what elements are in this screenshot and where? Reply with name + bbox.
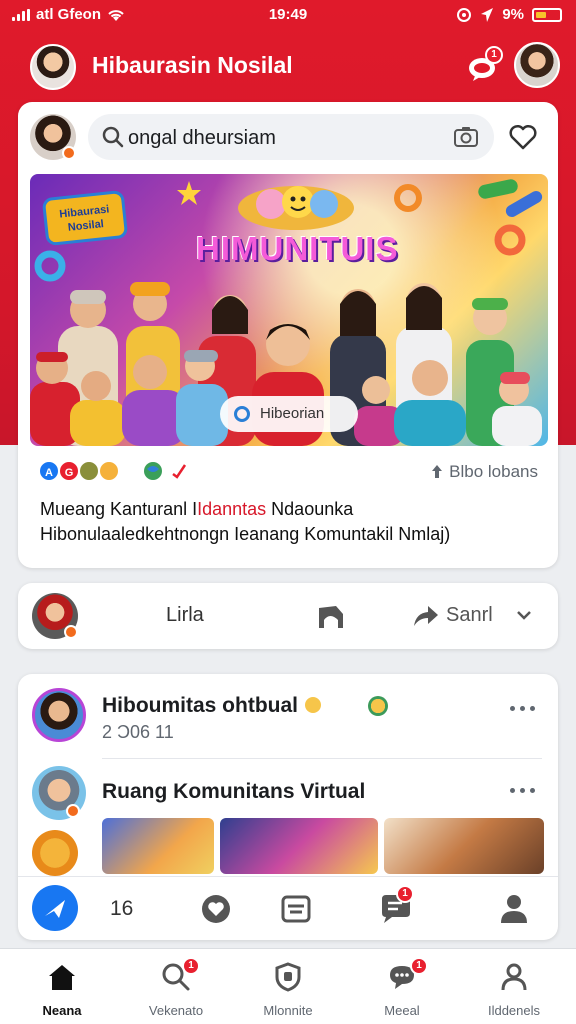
search-input[interactable]: ongal dheursiam — [128, 127, 276, 150]
globe-emoji-icon — [368, 696, 388, 716]
divider — [102, 758, 542, 759]
online-status-dot — [66, 804, 80, 818]
online-status-dot — [62, 146, 76, 160]
reaction-g: G — [58, 460, 80, 482]
heart-icon[interactable] — [508, 122, 538, 152]
reaction-wow-icon — [78, 460, 100, 482]
feed-author-avatar[interactable] — [32, 688, 86, 742]
tab-home[interactable]: Neana — [12, 957, 112, 1021]
media-thumbnail[interactable] — [384, 818, 544, 874]
chat-badge: 1 — [396, 885, 414, 903]
feed-author-name[interactable]: Hiboumitas ohtbual — [102, 694, 322, 718]
wave-emoji-icon — [304, 697, 321, 713]
camera-icon[interactable] — [452, 123, 480, 151]
notification-badge: 1 — [485, 46, 503, 64]
tab-search[interactable]: 1 Vekenato — [126, 957, 226, 1021]
online-status-dot — [64, 625, 78, 639]
more-options-icon[interactable] — [510, 706, 540, 714]
tab-messages[interactable]: 1 Meeal — [352, 957, 452, 1021]
reactions-row[interactable]: A G Blbo lobans — [38, 460, 538, 486]
reaction-a: A — [38, 460, 60, 482]
home-icon — [49, 965, 75, 990]
more-options-icon[interactable] — [510, 788, 540, 796]
profile-icon[interactable] — [492, 887, 536, 931]
reaction-haha-icon — [98, 460, 120, 482]
profile-avatar[interactable] — [30, 44, 76, 90]
heart-chat-icon[interactable] — [194, 887, 238, 931]
tab-community[interactable]: Mlonnite — [238, 957, 338, 1021]
battery-percent: 9% — [502, 6, 524, 23]
shares-count: Blbo lobans — [449, 462, 538, 481]
post-image[interactable]: Hibaurasi Nosilal HIMUNITUIS Hibeorian — [30, 174, 548, 446]
post-caption: Mueang Kanturanl IIdanntas Ndaounka Hibo… — [40, 499, 451, 544]
friend-avatar[interactable] — [514, 42, 560, 88]
send-icon — [45, 900, 65, 918]
app-title: Hibaurasin Nosilal — [92, 52, 293, 78]
tab-badge: 1 — [182, 957, 200, 975]
search-icon — [102, 126, 124, 148]
circle-icon — [234, 406, 250, 422]
shield-icon — [275, 962, 301, 992]
hero-label-pill[interactable]: Hibeorian — [220, 396, 358, 432]
post-actions-bar: Lirla Sanrl — [18, 583, 558, 649]
messenger-button[interactable] — [32, 885, 78, 931]
location-icon — [481, 7, 494, 22]
star-decoration-icon — [177, 181, 201, 205]
alarm-icon — [457, 7, 472, 22]
tab-badge: 1 — [410, 957, 428, 975]
page-icon[interactable] — [316, 602, 346, 630]
caption-highlight[interactable]: Idanntas — [197, 499, 266, 519]
crayon-decoration-icon — [478, 179, 543, 217]
group-avatar[interactable] — [32, 830, 78, 876]
feed-group-name[interactable]: Ruang Komunitans Virtual — [102, 780, 365, 804]
app-header: Hibaurasin Nosilal 1 — [0, 40, 576, 96]
chat-button[interactable]: 1 — [374, 885, 418, 931]
battery-icon — [532, 7, 562, 22]
check-icon — [172, 464, 187, 479]
upload-arrow-icon — [432, 465, 443, 478]
notifications-button[interactable]: 1 — [465, 46, 503, 84]
ring-decoration-icon — [494, 224, 526, 256]
share-arrow-icon[interactable] — [412, 603, 440, 629]
share-button[interactable]: Sanrl — [446, 604, 493, 627]
media-thumbnail[interactable] — [220, 818, 378, 874]
post-card: ongal dheursiam Hibaurasi Nosilal HIMUNI… — [18, 102, 558, 568]
search-bar[interactable]: ongal dheursiam — [88, 114, 494, 160]
media-thumbnail[interactable] — [102, 818, 214, 874]
person-icon — [501, 963, 527, 991]
like-button[interactable]: Lirla — [166, 604, 204, 627]
tab-profile[interactable]: Ilddenels — [464, 957, 564, 1021]
quick-count: 16 — [110, 897, 134, 920]
chevron-down-icon[interactable] — [514, 605, 534, 625]
mascot-face-icon — [238, 186, 354, 230]
feed-timestamp: 2 Ɔ06 11 — [102, 722, 174, 742]
news-icon[interactable] — [274, 887, 318, 931]
status-bar: atl Gfeon 19:49 9% — [0, 0, 576, 30]
ring-decoration-icon — [394, 184, 422, 212]
bottom-tab-bar: Neana 1 Vekenato Mlonnite 1 Meeal Ildden… — [0, 948, 576, 1024]
hero-sign: Hibaurasi Nosilal — [41, 189, 129, 247]
globe-icon — [144, 462, 162, 480]
quick-action-bar: 16 1 — [18, 876, 558, 938]
